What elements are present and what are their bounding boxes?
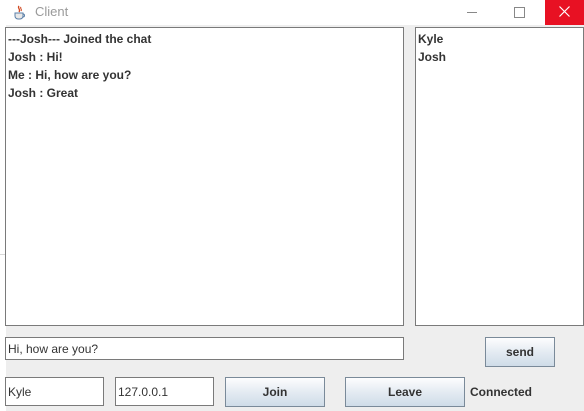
- window-title: Client: [35, 4, 69, 19]
- client-window: Client ---Josh--- Joined the chat Josh :…: [0, 0, 584, 411]
- maximize-button[interactable]: [500, 0, 539, 25]
- username-input[interactable]: [5, 377, 104, 406]
- chat-message: Josh : Hi!: [8, 50, 63, 64]
- chat-messages: ---Josh--- Joined the chat Josh : Hi! Me…: [6, 28, 403, 102]
- minimize-button[interactable]: [452, 0, 491, 25]
- user-list-item[interactable]: Josh: [416, 48, 583, 66]
- user-list[interactable]: Kyle Josh: [415, 27, 584, 326]
- user-list-item[interactable]: Kyle: [416, 30, 583, 48]
- ip-address-input[interactable]: [115, 377, 214, 406]
- chat-log[interactable]: ---Josh--- Joined the chat Josh : Hi! Me…: [5, 27, 404, 326]
- chat-message: ---Josh--- Joined the chat: [8, 32, 152, 46]
- close-button[interactable]: [545, 0, 584, 25]
- connection-status: Connected: [470, 385, 533, 399]
- user-list-items: Kyle Josh: [416, 28, 583, 66]
- chat-message: Me : Hi, how are you?: [8, 68, 132, 82]
- leave-button[interactable]: Leave: [345, 377, 465, 407]
- close-icon: [559, 4, 570, 22]
- join-button[interactable]: Join: [225, 377, 325, 407]
- java-cup-icon: [12, 4, 28, 20]
- message-input[interactable]: [5, 337, 404, 360]
- minimize-icon: [466, 12, 477, 13]
- chat-message: Josh : Great: [8, 86, 79, 100]
- title-bar: Client: [0, 0, 584, 25]
- maximize-icon: [514, 7, 525, 18]
- send-button[interactable]: send: [485, 337, 555, 367]
